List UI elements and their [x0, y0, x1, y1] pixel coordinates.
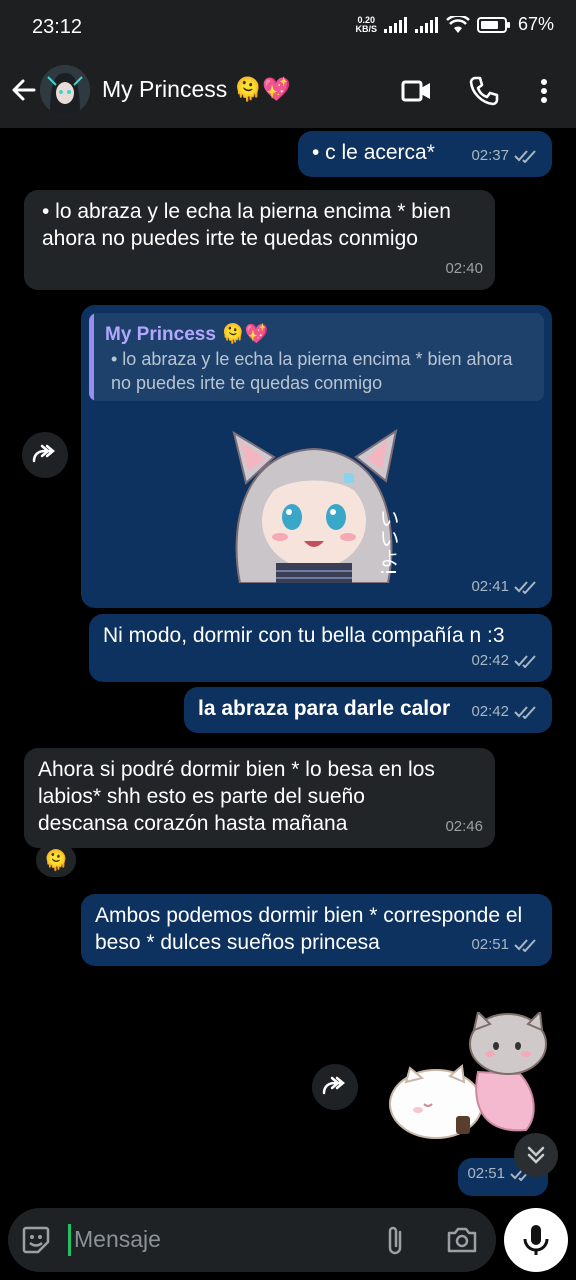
message-bubble-incoming[interactable]: • lo abraza y le echa la pierna encima *…	[24, 190, 495, 290]
battery-percent: 67%	[517, 14, 554, 34]
message-meta: 02:42	[471, 647, 540, 674]
double-check-icon	[514, 705, 536, 719]
chevron-double-down-icon	[527, 1146, 545, 1164]
message-bubble-outgoing[interactable]: Ambos podemos dormir bien * corresponde …	[81, 894, 552, 966]
camera-icon[interactable]	[445, 1224, 479, 1256]
message-meta: 02:46	[445, 813, 483, 840]
quoted-sender-name: My Princess 🫠💖	[105, 324, 269, 345]
message-time: 02:46	[445, 818, 483, 835]
signal-icon	[383, 16, 407, 33]
message-time: 02:42	[471, 703, 509, 720]
forward-icon	[32, 444, 55, 463]
voice-record-button[interactable]	[504, 1208, 568, 1272]
chat-area[interactable]: • c le acerca* 02:37 • lo abraza y le ec…	[0, 128, 576, 1280]
double-check-icon	[514, 149, 536, 163]
forward-button[interactable]	[22, 432, 68, 478]
message-bubble-outgoing[interactable]: • c le acerca* 02:37	[298, 131, 552, 177]
message-input[interactable]: Mensaje	[74, 1226, 161, 1253]
message-text: • lo abraza y le echa la pierna encima *…	[42, 200, 451, 250]
more-icon[interactable]	[526, 73, 562, 109]
forward-icon	[322, 1076, 345, 1095]
double-check-icon	[514, 938, 536, 952]
quoted-message[interactable]: My Princess 🫠💖 • lo abraza y le echa la …	[89, 313, 544, 401]
message-meta: 02:42	[471, 698, 540, 725]
message-time: 02:42	[471, 652, 509, 669]
status-bar: 23:12 0.20 KB/S 67%	[0, 0, 576, 56]
message-meta: 02:37	[471, 142, 540, 169]
attach-icon[interactable]	[382, 1224, 410, 1256]
reaction-emoji: 🫠	[43, 849, 69, 872]
avatar-image	[40, 65, 90, 115]
status-icons: 0.20 KB/S 67%	[355, 14, 554, 35]
message-meta: 02:40	[445, 255, 483, 282]
phone-icon[interactable]	[466, 73, 502, 109]
contact-name[interactable]: My Princess 🫠💖	[102, 76, 291, 103]
wifi-icon	[446, 15, 470, 33]
sticker-icon[interactable]	[20, 1224, 52, 1256]
avatar[interactable]	[40, 65, 90, 115]
text-cursor	[68, 1224, 71, 1256]
back-arrow-icon[interactable]	[8, 74, 40, 106]
message-text: • c le acerca*	[312, 141, 435, 164]
status-time: 23:12	[32, 16, 83, 38]
quoted-text: • lo abraza y le echa la pierna encima *…	[111, 349, 513, 393]
message-bubble-outgoing[interactable]: Ni modo, dormir con tu bella compañía n …	[89, 614, 552, 682]
sticker-reply-bubble[interactable]: My Princess 🫠💖 • lo abraza y le echa la …	[81, 305, 552, 608]
message-time: 02:37	[471, 147, 509, 164]
scroll-to-bottom-button[interactable]	[514, 1133, 558, 1177]
chat-header: My Princess 🫠💖	[0, 56, 576, 128]
message-bubble-incoming[interactable]: Ahora si podré dormir bien * lo besa en …	[24, 748, 495, 848]
message-time: 02:41	[471, 578, 509, 595]
double-check-icon	[514, 654, 536, 668]
message-time: 02:40	[445, 260, 483, 277]
message-text: la abraza para darle calor	[198, 697, 451, 720]
message-composer[interactable]: Mensaje	[8, 1208, 496, 1272]
network-speed: 0.20 KB/S	[355, 14, 377, 34]
anime-cat-girl-sticker[interactable]: いいよ!	[226, 413, 416, 583]
battery-icon	[476, 16, 510, 33]
message-text: Ahora si podré dormir bien * lo besa en …	[38, 758, 435, 835]
signal-icon-2	[414, 16, 438, 33]
microphone-icon	[523, 1225, 549, 1255]
video-call-icon[interactable]	[398, 73, 434, 109]
message-time: 02:51	[467, 1165, 505, 1182]
message-time: 02:51	[471, 936, 509, 953]
double-check-icon	[514, 580, 536, 594]
cuddling-cats-sticker[interactable]	[386, 1012, 552, 1144]
forward-button[interactable]	[312, 1064, 358, 1110]
message-meta: 02:41	[471, 573, 540, 600]
message-text: Ni modo, dormir con tu bella compañía n …	[103, 624, 505, 647]
message-meta: 02:51	[471, 931, 540, 958]
message-bubble-outgoing[interactable]: la abraza para darle calor 02:42	[184, 687, 552, 733]
sticker-text: いいよ!	[376, 508, 400, 576]
quote-accent-bar	[89, 313, 94, 401]
reaction-badge[interactable]: 🫠	[36, 843, 76, 877]
